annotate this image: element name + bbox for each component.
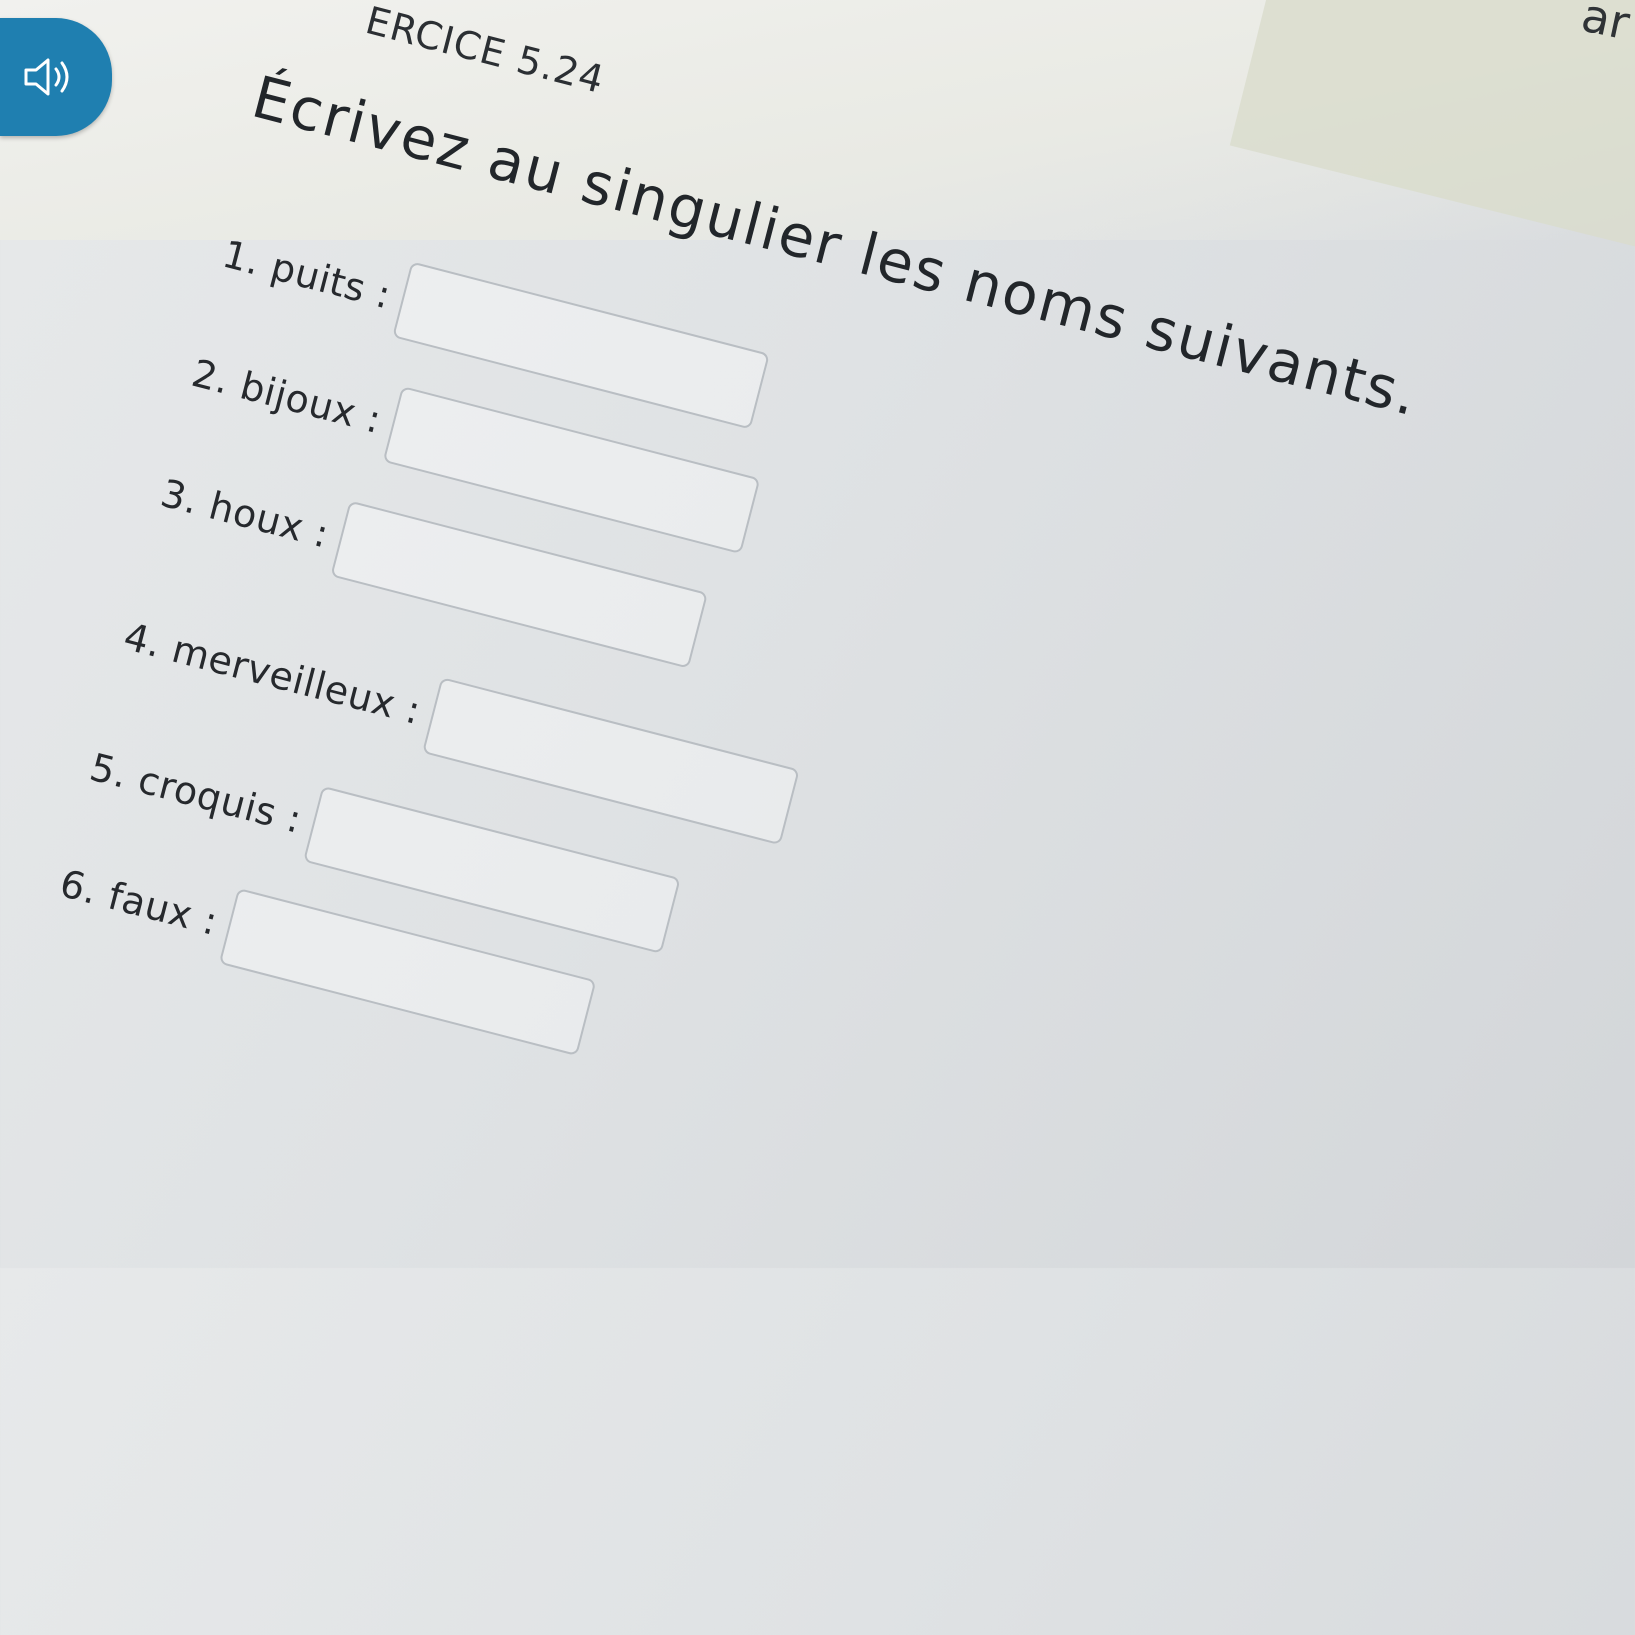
speaker-icon	[24, 58, 69, 96]
question-label: 4. merveilleux :	[119, 614, 426, 734]
answer-input-merveilleux[interactable]	[421, 677, 800, 846]
question-label: 2. bijoux :	[187, 350, 387, 442]
audio-play-button[interactable]	[0, 18, 112, 136]
question-label: 6. faux :	[55, 861, 223, 944]
question-label: 1. puits :	[218, 231, 396, 318]
question-label: 3. houx :	[156, 470, 334, 557]
question-label: 5. croquis :	[85, 744, 307, 842]
exercise-panel: ERCICE 5.24 Écrivez au singulier les nom…	[55, 0, 1635, 1635]
